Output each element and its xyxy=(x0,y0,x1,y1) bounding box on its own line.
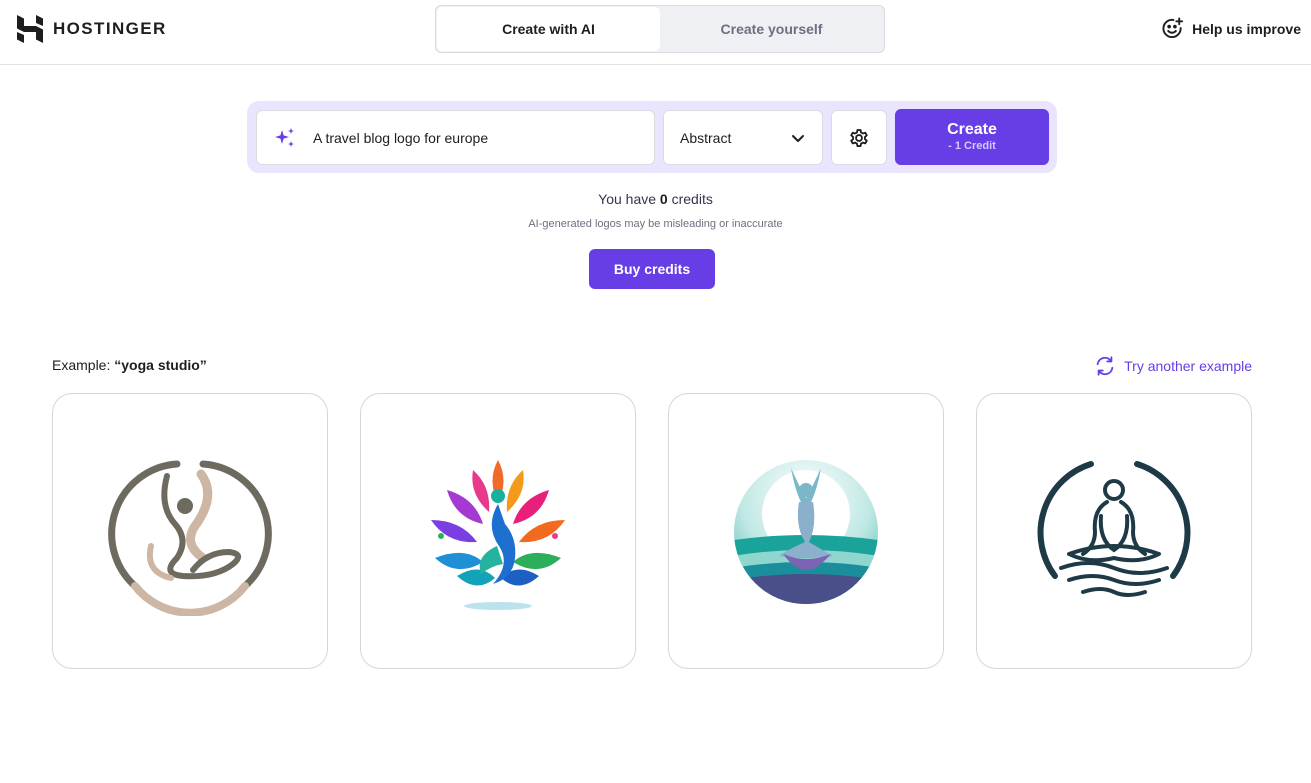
tab-create-yourself[interactable]: Create yourself xyxy=(660,7,883,51)
tab-create-with-ai[interactable]: Create with AI xyxy=(437,7,660,51)
hostinger-logo[interactable]: HOSTINGER xyxy=(17,15,167,43)
yoga-lotus-colorful-logo-icon xyxy=(431,460,565,610)
prompt-bar: Abstract Create - 1 Credit xyxy=(247,101,1057,173)
settings-button[interactable] xyxy=(831,110,887,165)
top-header: HOSTINGER Create with AI Create yourself… xyxy=(0,0,1311,65)
credits-balance: You have 0 credits xyxy=(0,191,1311,207)
credits-prefix: You have xyxy=(598,191,657,207)
example-query: “yoga studio” xyxy=(114,357,207,373)
brand-name: HOSTINGER xyxy=(53,19,167,38)
refresh-icon xyxy=(1096,356,1114,376)
chevron-down-icon xyxy=(792,134,804,142)
smiley-plus-icon xyxy=(1162,17,1184,39)
mode-toggle: Create with AI Create yourself xyxy=(435,5,885,53)
buy-credits-button[interactable]: Buy credits xyxy=(589,249,715,289)
example-logo-card-2[interactable] xyxy=(360,393,636,669)
yoga-circle-beige-logo-icon xyxy=(108,460,272,616)
style-selected-value: Abstract xyxy=(680,129,732,146)
gear-icon xyxy=(850,128,868,147)
help-us-improve-button[interactable]: Help us improve xyxy=(1161,17,1301,40)
example-logo-card-1[interactable] xyxy=(52,393,328,669)
credits-suffix: credits xyxy=(671,191,713,207)
create-label: Create xyxy=(947,121,997,138)
prompt-field-wrapper xyxy=(256,110,655,165)
example-prefix: Example: xyxy=(52,357,111,373)
try-another-example-button[interactable]: Try another example xyxy=(1094,355,1252,377)
yoga-meditation-navy-logo-icon xyxy=(1037,461,1191,597)
create-cost: - 1 Credit xyxy=(948,140,996,152)
hostinger-mark-icon xyxy=(17,15,43,43)
try-another-label: Try another example xyxy=(1124,358,1252,374)
yoga-teal-sunset-logo-icon xyxy=(734,460,878,604)
prompt-input[interactable] xyxy=(313,129,633,146)
example-logo-card-3[interactable] xyxy=(668,393,944,669)
example-logo-card-4[interactable] xyxy=(976,393,1252,669)
style-dropdown[interactable]: Abstract xyxy=(663,110,823,165)
create-button[interactable]: Create - 1 Credit xyxy=(895,109,1049,165)
credits-count: 0 xyxy=(659,191,668,207)
help-label: Help us improve xyxy=(1192,20,1301,37)
ai-sparkle-icon xyxy=(275,127,294,147)
example-label: Example: “yoga studio” xyxy=(52,357,207,373)
ai-disclaimer: AI-generated logos may be misleading or … xyxy=(528,218,783,230)
